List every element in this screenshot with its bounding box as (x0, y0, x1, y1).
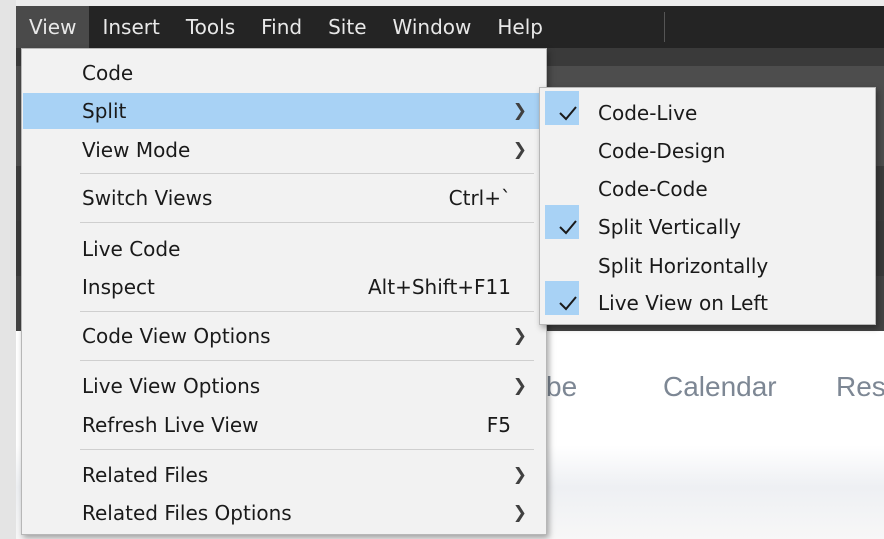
menubar: View Insert Tools Find Site Window Help (16, 6, 884, 48)
submenu-item-label: Split Horizontally (598, 254, 769, 278)
chevron-right-icon: ❯ (512, 326, 527, 346)
menu-help[interactable]: Help (484, 6, 556, 48)
screen-edge (0, 0, 16, 539)
menu-item-label: Related Files Options (82, 501, 292, 525)
site-nav-item-calendar[interactable]: Calendar (663, 371, 777, 403)
menubar-divider (664, 12, 665, 42)
checkmark-icon (559, 296, 577, 311)
menu-view[interactable]: View (16, 6, 90, 48)
chevron-right-icon: ❯ (512, 376, 527, 396)
submenu-item-live-view-on-left[interactable]: Live View on Left (541, 281, 874, 321)
chevron-right-icon: ❯ (512, 503, 527, 523)
view-menu: Code Split ❯ View Mode ❯ Switch Views Ct… (21, 48, 547, 535)
submenu-item-code-design[interactable]: Code-Design (541, 133, 874, 169)
menu-item-live-code[interactable]: Live Code (23, 231, 545, 267)
menu-item-related-files-options[interactable]: Related Files Options ❯ (23, 495, 545, 531)
submenu-item-code-live[interactable]: Code-Live (541, 91, 874, 131)
shortcut-label: F5 (486, 413, 511, 437)
menu-item-label: Code (82, 61, 134, 85)
menu-item-label: Refresh Live View (82, 413, 259, 437)
menu-insert[interactable]: Insert (89, 6, 172, 48)
menu-item-label: View Mode (82, 138, 191, 162)
menu-item-label: Split (82, 99, 127, 123)
menu-separator (80, 222, 534, 223)
shortcut-label: Alt+Shift+F11 (367, 275, 511, 299)
menu-separator (80, 449, 534, 450)
submenu-item-label: Code-Design (598, 139, 726, 163)
menu-separator (80, 360, 534, 361)
menu-separator (80, 311, 534, 312)
menu-site[interactable]: Site (315, 6, 379, 48)
submenu-item-split-horizontally[interactable]: Split Horizontally (541, 248, 874, 284)
menu-item-switch-views[interactable]: Switch Views Ctrl+` (23, 180, 545, 216)
site-nav-item-partial[interactable]: be (546, 371, 577, 403)
menu-find[interactable]: Find (248, 6, 315, 48)
submenu-item-label: Live View on Left (598, 291, 768, 315)
menu-item-label: Live View Options (82, 374, 261, 398)
checkmark-icon (559, 220, 577, 235)
menu-item-refresh-live-view[interactable]: Refresh Live View F5 (23, 407, 545, 443)
checkmark-icon (559, 106, 577, 121)
chevron-right-icon: ❯ (512, 465, 527, 485)
menu-item-inspect[interactable]: Inspect Alt+Shift+F11 (23, 269, 545, 305)
menu-item-label: Switch Views (82, 186, 213, 210)
shortcut-label: Ctrl+` (448, 186, 511, 210)
menu-tools[interactable]: Tools (173, 6, 248, 48)
menu-item-code[interactable]: Code (23, 55, 545, 91)
submenu-item-code-code[interactable]: Code-Code (541, 171, 874, 207)
menu-item-label: Code View Options (82, 324, 271, 348)
split-submenu: Code-Live Code-Design Code-Code Split Ve… (539, 87, 876, 325)
submenu-item-label: Split Vertically (598, 215, 741, 239)
chevron-right-icon: ❯ (512, 140, 527, 160)
site-nav-item-res[interactable]: Res (836, 371, 884, 403)
menu-separator (80, 173, 534, 174)
menu-item-label: Related Files (82, 463, 209, 487)
menu-window[interactable]: Window (380, 6, 485, 48)
chevron-right-icon: ❯ (512, 101, 527, 121)
menu-item-related-files[interactable]: Related Files ❯ (23, 457, 545, 493)
menu-item-split[interactable]: Split ❯ (23, 93, 545, 129)
menu-item-view-mode[interactable]: View Mode ❯ (23, 132, 545, 168)
menu-item-live-view-options[interactable]: Live View Options ❯ (23, 368, 545, 404)
submenu-item-label: Code-Code (598, 177, 708, 201)
submenu-item-split-vertically[interactable]: Split Vertically (541, 205, 874, 245)
menu-item-label: Inspect (82, 275, 155, 299)
menu-item-code-view-options[interactable]: Code View Options ❯ (23, 318, 545, 354)
menu-item-label: Live Code (82, 237, 181, 261)
submenu-item-label: Code-Live (598, 101, 698, 125)
